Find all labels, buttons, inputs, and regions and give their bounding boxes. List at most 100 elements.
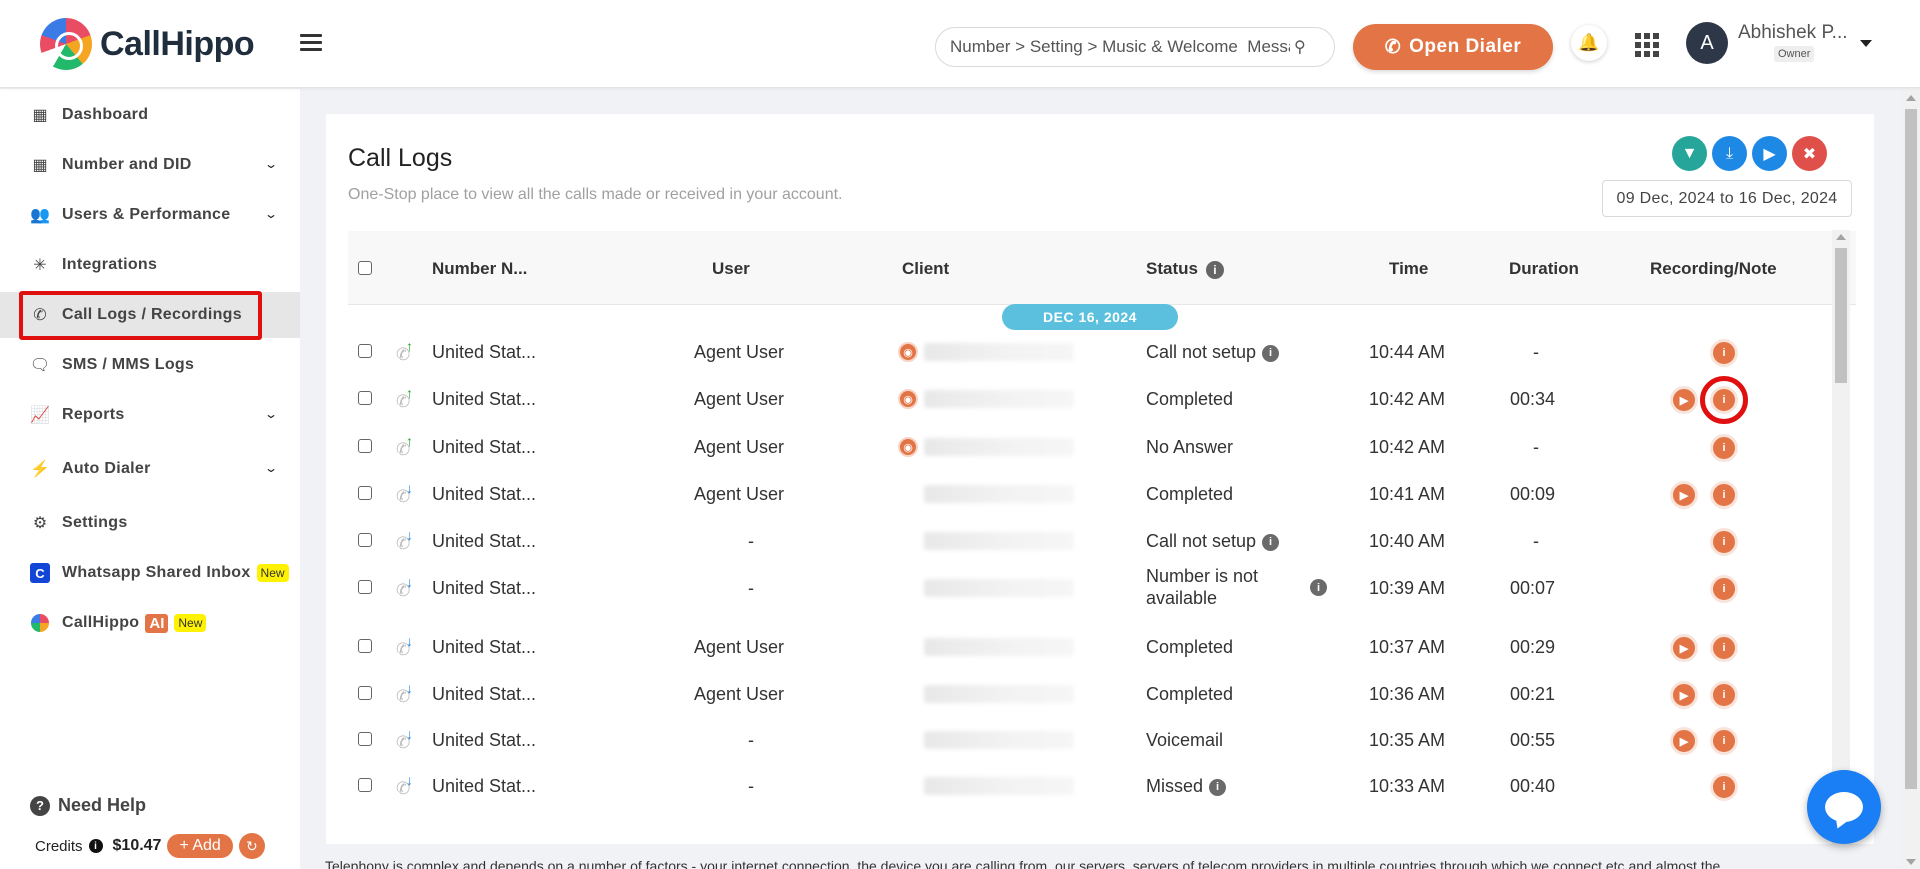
table-row[interactable]: ✆ ↓ United Stat... - Missed i 10:33 AM 00:40 i — [348, 766, 1856, 806]
info-icon[interactable]: i — [1310, 579, 1327, 596]
call-note-info-icon[interactable]: i — [1710, 681, 1738, 709]
table-row[interactable]: ✆ ↑ United Stat... Agent User ◉ Completed 10:4… — [348, 376, 1856, 424]
user-name[interactable]: Abhishek P... — [1738, 22, 1848, 44]
table-row[interactable]: ✆ ↑ United Stat... Agent User ◉ No Answer 10:4… — [348, 427, 1856, 467]
scrollbar-thumb[interactable] — [1905, 109, 1917, 789]
row-number[interactable]: United Stat... — [432, 577, 536, 599]
select-all-checkbox[interactable] — [358, 261, 372, 275]
avatar[interactable]: A — [1686, 22, 1728, 64]
scroll-up-icon[interactable] — [1906, 95, 1916, 101]
call-note-info-icon[interactable]: i — [1710, 481, 1738, 509]
table-scrollbar[interactable] — [1832, 230, 1850, 845]
sidebar-item-settings[interactable]: ⚙ Settings — [0, 500, 300, 546]
row-number[interactable]: United Stat... — [432, 636, 536, 658]
row-number[interactable]: United Stat... — [432, 388, 536, 410]
play-recording-icon[interactable]: ▶ — [1670, 681, 1698, 709]
menu-toggle-icon[interactable] — [300, 34, 322, 51]
notification-bell-icon[interactable]: 🔔 — [1571, 25, 1607, 61]
call-note-info-icon[interactable]: i — [1710, 386, 1738, 414]
row-checkbox[interactable] — [358, 439, 372, 453]
call-note-info-icon[interactable]: i — [1710, 434, 1738, 462]
search-input[interactable] — [950, 37, 1290, 57]
filter-icon[interactable]: ▼ — [1672, 136, 1707, 171]
info-icon[interactable]: i — [1262, 533, 1280, 551]
sidebar-item-dashboard[interactable]: ▦ Dashboard — [0, 92, 300, 138]
sidebar-item-callhippo-ai[interactable]: CallHippo AI New — [0, 600, 300, 646]
user-menu-caret-icon[interactable] — [1860, 40, 1872, 47]
column-number[interactable]: Number N... — [432, 259, 527, 279]
row-checkbox[interactable] — [358, 686, 372, 700]
row-checkbox[interactable] — [358, 639, 372, 653]
row-number[interactable]: United Stat... — [432, 683, 536, 705]
call-note-info-icon[interactable]: i — [1710, 339, 1738, 367]
scrollbar-thumb[interactable] — [1835, 248, 1847, 383]
page-scrollbar[interactable] — [1902, 89, 1920, 869]
row-number[interactable]: United Stat... — [432, 341, 536, 363]
play-all-icon[interactable]: ▶ — [1752, 136, 1787, 171]
scroll-up-icon[interactable] — [1836, 234, 1846, 240]
sidebar-item-integrations[interactable]: ✳ Integrations — [0, 242, 300, 288]
row-checkbox[interactable] — [358, 344, 372, 358]
row-number[interactable]: United Stat... — [432, 436, 536, 458]
row-number[interactable]: United Stat... — [432, 483, 536, 505]
row-checkbox[interactable] — [358, 580, 372, 594]
chat-widget-button[interactable] — [1807, 770, 1881, 844]
row-user: Agent User — [694, 342, 785, 362]
call-note-info-icon[interactable]: i — [1710, 528, 1738, 556]
call-note-info-icon[interactable]: i — [1710, 727, 1738, 755]
chevron-down-icon: ⌄ — [263, 157, 279, 171]
info-icon[interactable]: i — [88, 839, 103, 853]
sidebar-item-reports[interactable]: 📈 Reports ⌄ — [0, 392, 300, 438]
refresh-icon[interactable]: ↻ — [238, 833, 265, 859]
sidebar-item-label: Number and DID — [62, 156, 192, 173]
chevron-down-icon: ⌄ — [263, 461, 279, 475]
table-row[interactable]: ✆ ↑ United Stat... Agent User ◉ Call not setu… — [348, 332, 1856, 372]
play-recording-icon[interactable]: ▶ — [1670, 727, 1698, 755]
apps-grid-icon[interactable] — [1635, 33, 1659, 57]
call-note-info-icon[interactable]: i — [1710, 773, 1738, 801]
call-note-info-icon[interactable]: i — [1710, 634, 1738, 662]
row-checkbox[interactable] — [358, 486, 372, 500]
date-range-picker[interactable]: 09 Dec, 2024 to 16 Dec, 2024 — [1602, 180, 1852, 217]
sidebar-item-sms-mms-logs[interactable]: 🗨 SMS / MMS Logs — [0, 342, 300, 388]
add-credits-button[interactable]: + Add — [167, 834, 233, 858]
info-icon[interactable]: i — [1262, 344, 1280, 362]
table-row[interactable]: ✆ ↓ United Stat... - Voicemail 10:35 AM 00:55 ▶… — [348, 720, 1856, 760]
gear-icon: ⚙ — [32, 515, 48, 532]
info-icon[interactable]: i — [1205, 260, 1224, 279]
scroll-down-icon[interactable] — [1906, 859, 1916, 865]
open-dialer-button[interactable]: ✆ Open Dialer — [1353, 24, 1553, 70]
call-note-info-icon[interactable]: i — [1710, 575, 1738, 603]
client-number-redacted — [924, 638, 1074, 656]
play-recording-icon[interactable]: ▶ — [1670, 386, 1698, 414]
table-row[interactable]: ✆ ↓ United Stat... Agent User Completed 10:41… — [348, 474, 1856, 514]
sidebar-item-users-performance[interactable]: 👥 Users & Performance ⌄ — [0, 192, 300, 238]
row-time: 10:36 AM — [1369, 684, 1446, 704]
download-icon[interactable]: ⤓ — [1712, 136, 1747, 171]
play-recording-icon[interactable]: ▶ — [1670, 481, 1698, 509]
row-checkbox[interactable] — [358, 391, 372, 405]
table-row[interactable]: ✆ ↓ United Stat... Agent User Completed 10:37… — [348, 627, 1856, 667]
table-row[interactable]: ✆ ↓ United Stat... Agent User Completed 10:36… — [348, 674, 1856, 714]
credits-area: Credits i $10.47 + Add ↻ — [35, 833, 265, 859]
play-recording-icon[interactable]: ▶ — [1670, 634, 1698, 662]
row-checkbox[interactable] — [358, 533, 372, 547]
table-row[interactable]: ✆ ↓ United Stat... - Call not setup i 10:40 AM… — [348, 521, 1856, 561]
row-checkbox[interactable] — [358, 778, 372, 792]
row-checkbox[interactable] — [358, 732, 372, 746]
table-row[interactable]: ✆ ↓ United Stat... - Number is not available… — [348, 565, 1856, 608]
sidebar-item-whatsapp-inbox[interactable]: C Whatsapp Shared Inbox New — [0, 550, 300, 596]
sidebar-item-auto-dialer[interactable]: ⚡ Auto Dialer ⌄ — [0, 446, 300, 492]
brand-logo[interactable]: CallHippo — [40, 18, 255, 70]
row-time: 10:37 AM — [1369, 637, 1446, 657]
row-number[interactable]: United Stat... — [432, 729, 536, 751]
delete-icon[interactable]: ✖ — [1792, 136, 1827, 171]
client-number-redacted — [924, 777, 1074, 795]
info-icon[interactable]: i — [1209, 778, 1227, 796]
row-number[interactable]: United Stat... — [432, 775, 536, 797]
row-number[interactable]: United Stat... — [432, 530, 536, 552]
sidebar-item-number-and-did[interactable]: ▦ Number and DID ⌄ — [0, 142, 300, 188]
sidebar-item-call-logs[interactable]: ✆ Call Logs / Recordings — [0, 292, 300, 338]
need-help-link[interactable]: ? Need Help — [30, 795, 146, 816]
search-icon[interactable]: ⚲ — [1294, 37, 1306, 57]
